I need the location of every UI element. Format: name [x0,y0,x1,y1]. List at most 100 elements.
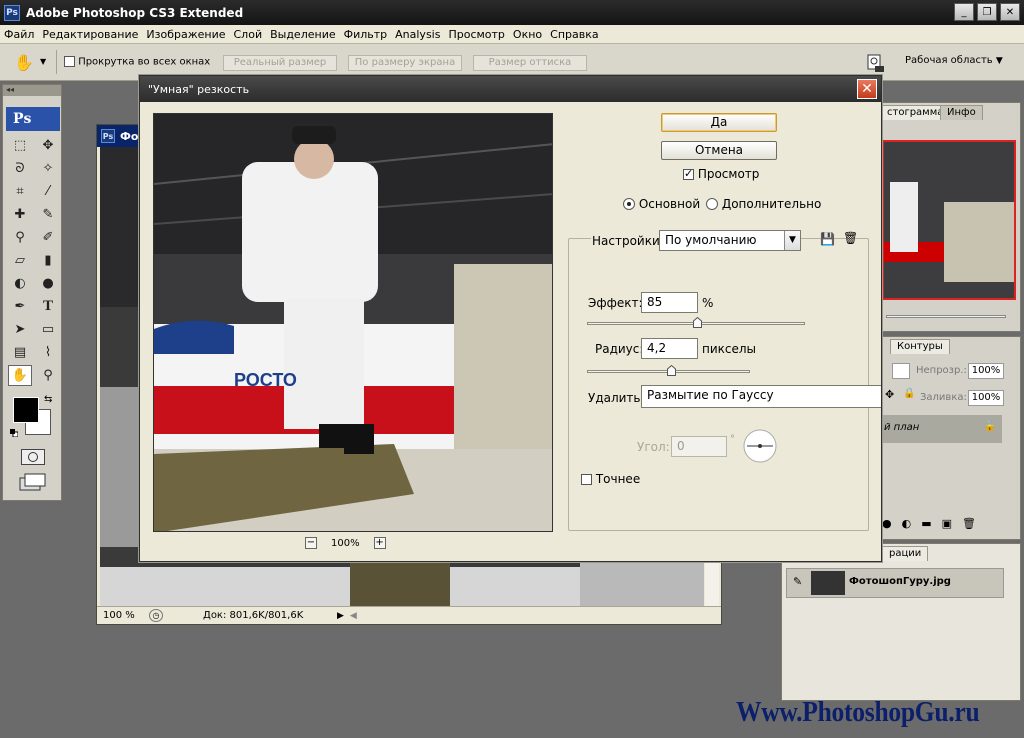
opacity-field[interactable]: 100% [968,363,1004,379]
swap-colors-icon[interactable]: ⇆ [44,394,52,405]
adjustment-layer-icon[interactable]: ◐ [902,517,912,530]
status-options-icon[interactable]: ◷ [149,609,163,622]
hand-tool-icon[interactable]: ✋ [8,365,32,386]
status-menu-arrow-icon[interactable]: ▶ [337,611,344,621]
magic-wand-tool-icon[interactable]: ✧ [36,158,60,179]
document-zoom-readout[interactable]: 100 % [97,610,149,621]
default-colors-icon[interactable] [10,427,19,438]
mode-basic-option[interactable]: Основной [623,197,700,211]
gradient-tool-icon[interactable]: ▮ [36,250,60,271]
scroll-all-windows-option[interactable]: Прокрутка во всех окнах [64,56,210,68]
quick-mask-icon[interactable] [21,449,45,465]
history-brush-tool-icon[interactable]: ✐ [36,227,60,248]
menu-select[interactable]: Выделение [270,28,342,41]
menu-edit[interactable]: Редактирование [42,28,144,41]
fit-screen-button[interactable]: По размеру экрана [348,55,462,71]
menu-filter[interactable]: Фильтр [344,28,394,41]
more-accurate-checkbox[interactable] [581,474,592,485]
toolbox-header[interactable]: ◂◂ [3,85,61,96]
menu-view[interactable]: Просмотр [448,28,510,41]
lock-all-icon[interactable]: 🔒 [903,388,915,399]
scroll-left-arrow-icon[interactable]: ◀ [350,611,357,621]
bridge-icon[interactable] [865,53,885,73]
mode-advanced-radio[interactable] [706,198,718,210]
menu-layer[interactable]: Слой [234,28,269,41]
mode-advanced-option[interactable]: Дополнительно [706,197,821,211]
menu-file[interactable]: Файл [4,28,40,41]
menu-analysis[interactable]: Analysis [395,28,446,41]
actual-pixels-button[interactable]: Реальный размер [223,55,337,71]
navigator-zoom-slider[interactable] [886,315,1006,318]
clone-stamp-tool-icon[interactable]: ⚲ [8,227,32,248]
zoom-in-button[interactable]: + [373,537,386,549]
radius-slider-track[interactable] [587,365,750,376]
preview-checkbox[interactable] [683,167,694,180]
scroll-all-checkbox[interactable] [64,56,75,67]
delete-layer-icon[interactable]: 🗑 [962,517,976,530]
menu-window[interactable]: Окно [513,28,548,41]
settings-dropdown[interactable]: По умолчанию ▼ [659,230,801,251]
screen-mode-icon[interactable] [19,473,47,491]
pen-tool-icon[interactable]: ✒ [8,296,32,317]
new-group-icon[interactable]: ▬ [921,517,931,530]
type-tool-icon[interactable]: T [36,296,60,317]
minimize-button[interactable]: _ [954,3,974,21]
info-tab[interactable]: Инфо [940,105,983,120]
marquee-tool-icon[interactable]: ⬚ [8,135,32,156]
path-selection-tool-icon[interactable]: ➤ [8,319,32,340]
history-tab[interactable]: рации [882,546,929,561]
blend-mode-dropdown[interactable] [892,363,910,379]
fx-icon[interactable]: ● [882,517,892,530]
delete-settings-icon[interactable]: 🗑 [843,231,858,245]
foreground-color-swatch[interactable] [13,397,39,423]
blur-tool-icon[interactable]: ◐ [8,273,32,294]
preview-toggle[interactable]: Просмотр [683,167,759,181]
menu-help[interactable]: Справка [550,28,604,41]
notes-tool-icon[interactable]: ▤ [8,342,32,363]
healing-brush-tool-icon[interactable]: ✚ [8,204,32,225]
angle-field[interactable]: 0 [671,436,727,457]
restore-button[interactable]: ❐ [977,3,997,21]
mode-basic-radio[interactable] [623,198,635,210]
lasso-tool-icon[interactable]: ᘐ [8,158,32,179]
toolbox-logo[interactable]: Ps [6,107,60,131]
settings-dropdown-arrow-icon[interactable]: ▼ [784,231,800,250]
dialog-close-button[interactable]: ✕ [857,79,877,99]
crop-tool-icon[interactable]: ⌗ [8,181,32,202]
amount-field[interactable]: 85 [641,292,698,313]
dialog-title-bar[interactable]: "Умная" резкость [140,76,881,102]
amount-slider-track[interactable] [587,317,805,328]
ok-button[interactable]: Да [661,113,777,132]
eyedropper-tool-icon[interactable]: ⌇ [36,342,60,363]
radius-slider-thumb[interactable] [667,365,676,376]
slice-tool-icon[interactable]: ⁄ [36,181,60,202]
radius-field[interactable]: 4,2 [641,338,698,359]
menu-image[interactable]: Изображение [146,28,231,41]
hand-tool-icon[interactable]: ✋ [14,53,34,72]
zoom-out-button[interactable]: − [305,537,317,549]
new-layer-icon[interactable]: ▣ [942,517,952,530]
amount-slider-thumb[interactable] [693,317,702,328]
history-brush-icon[interactable]: ✎ [793,575,802,588]
eraser-tool-icon[interactable]: ▱ [8,250,32,271]
layer-row-background[interactable]: й план 🔒 [882,415,1002,443]
history-snapshot-row[interactable]: ✎ ФотошопГуру.jpg [786,568,1004,598]
navigator-thumbnail[interactable] [882,140,1016,300]
tool-preset-chevron-icon[interactable]: ▼ [40,57,46,66]
save-settings-icon[interactable]: 💾 [820,232,835,246]
shape-tool-icon[interactable]: ▭ [36,319,60,340]
paths-tab[interactable]: Контуры [890,339,950,354]
document-info[interactable]: Док: 801,6K/801,6K [203,610,337,621]
workspace-menu[interactable]: Рабочая область ▼ [905,55,1003,66]
cancel-button[interactable]: Отмена [661,141,777,160]
zoom-tool-icon[interactable]: ⚲ [36,365,60,386]
fill-field[interactable]: 100% [968,390,1004,406]
more-accurate-option[interactable]: Точнее [581,472,640,486]
brush-tool-icon[interactable]: ✎ [36,204,60,225]
lock-position-icon[interactable]: ✥ [885,388,894,401]
remove-dropdown[interactable]: Размытие по Гауссу [641,385,881,408]
print-size-button[interactable]: Размер оттиска [473,55,587,71]
close-app-button[interactable]: ✕ [1000,3,1020,21]
preview-image[interactable]: РОСТО [153,113,553,532]
move-tool-icon[interactable]: ✥ [36,135,60,156]
